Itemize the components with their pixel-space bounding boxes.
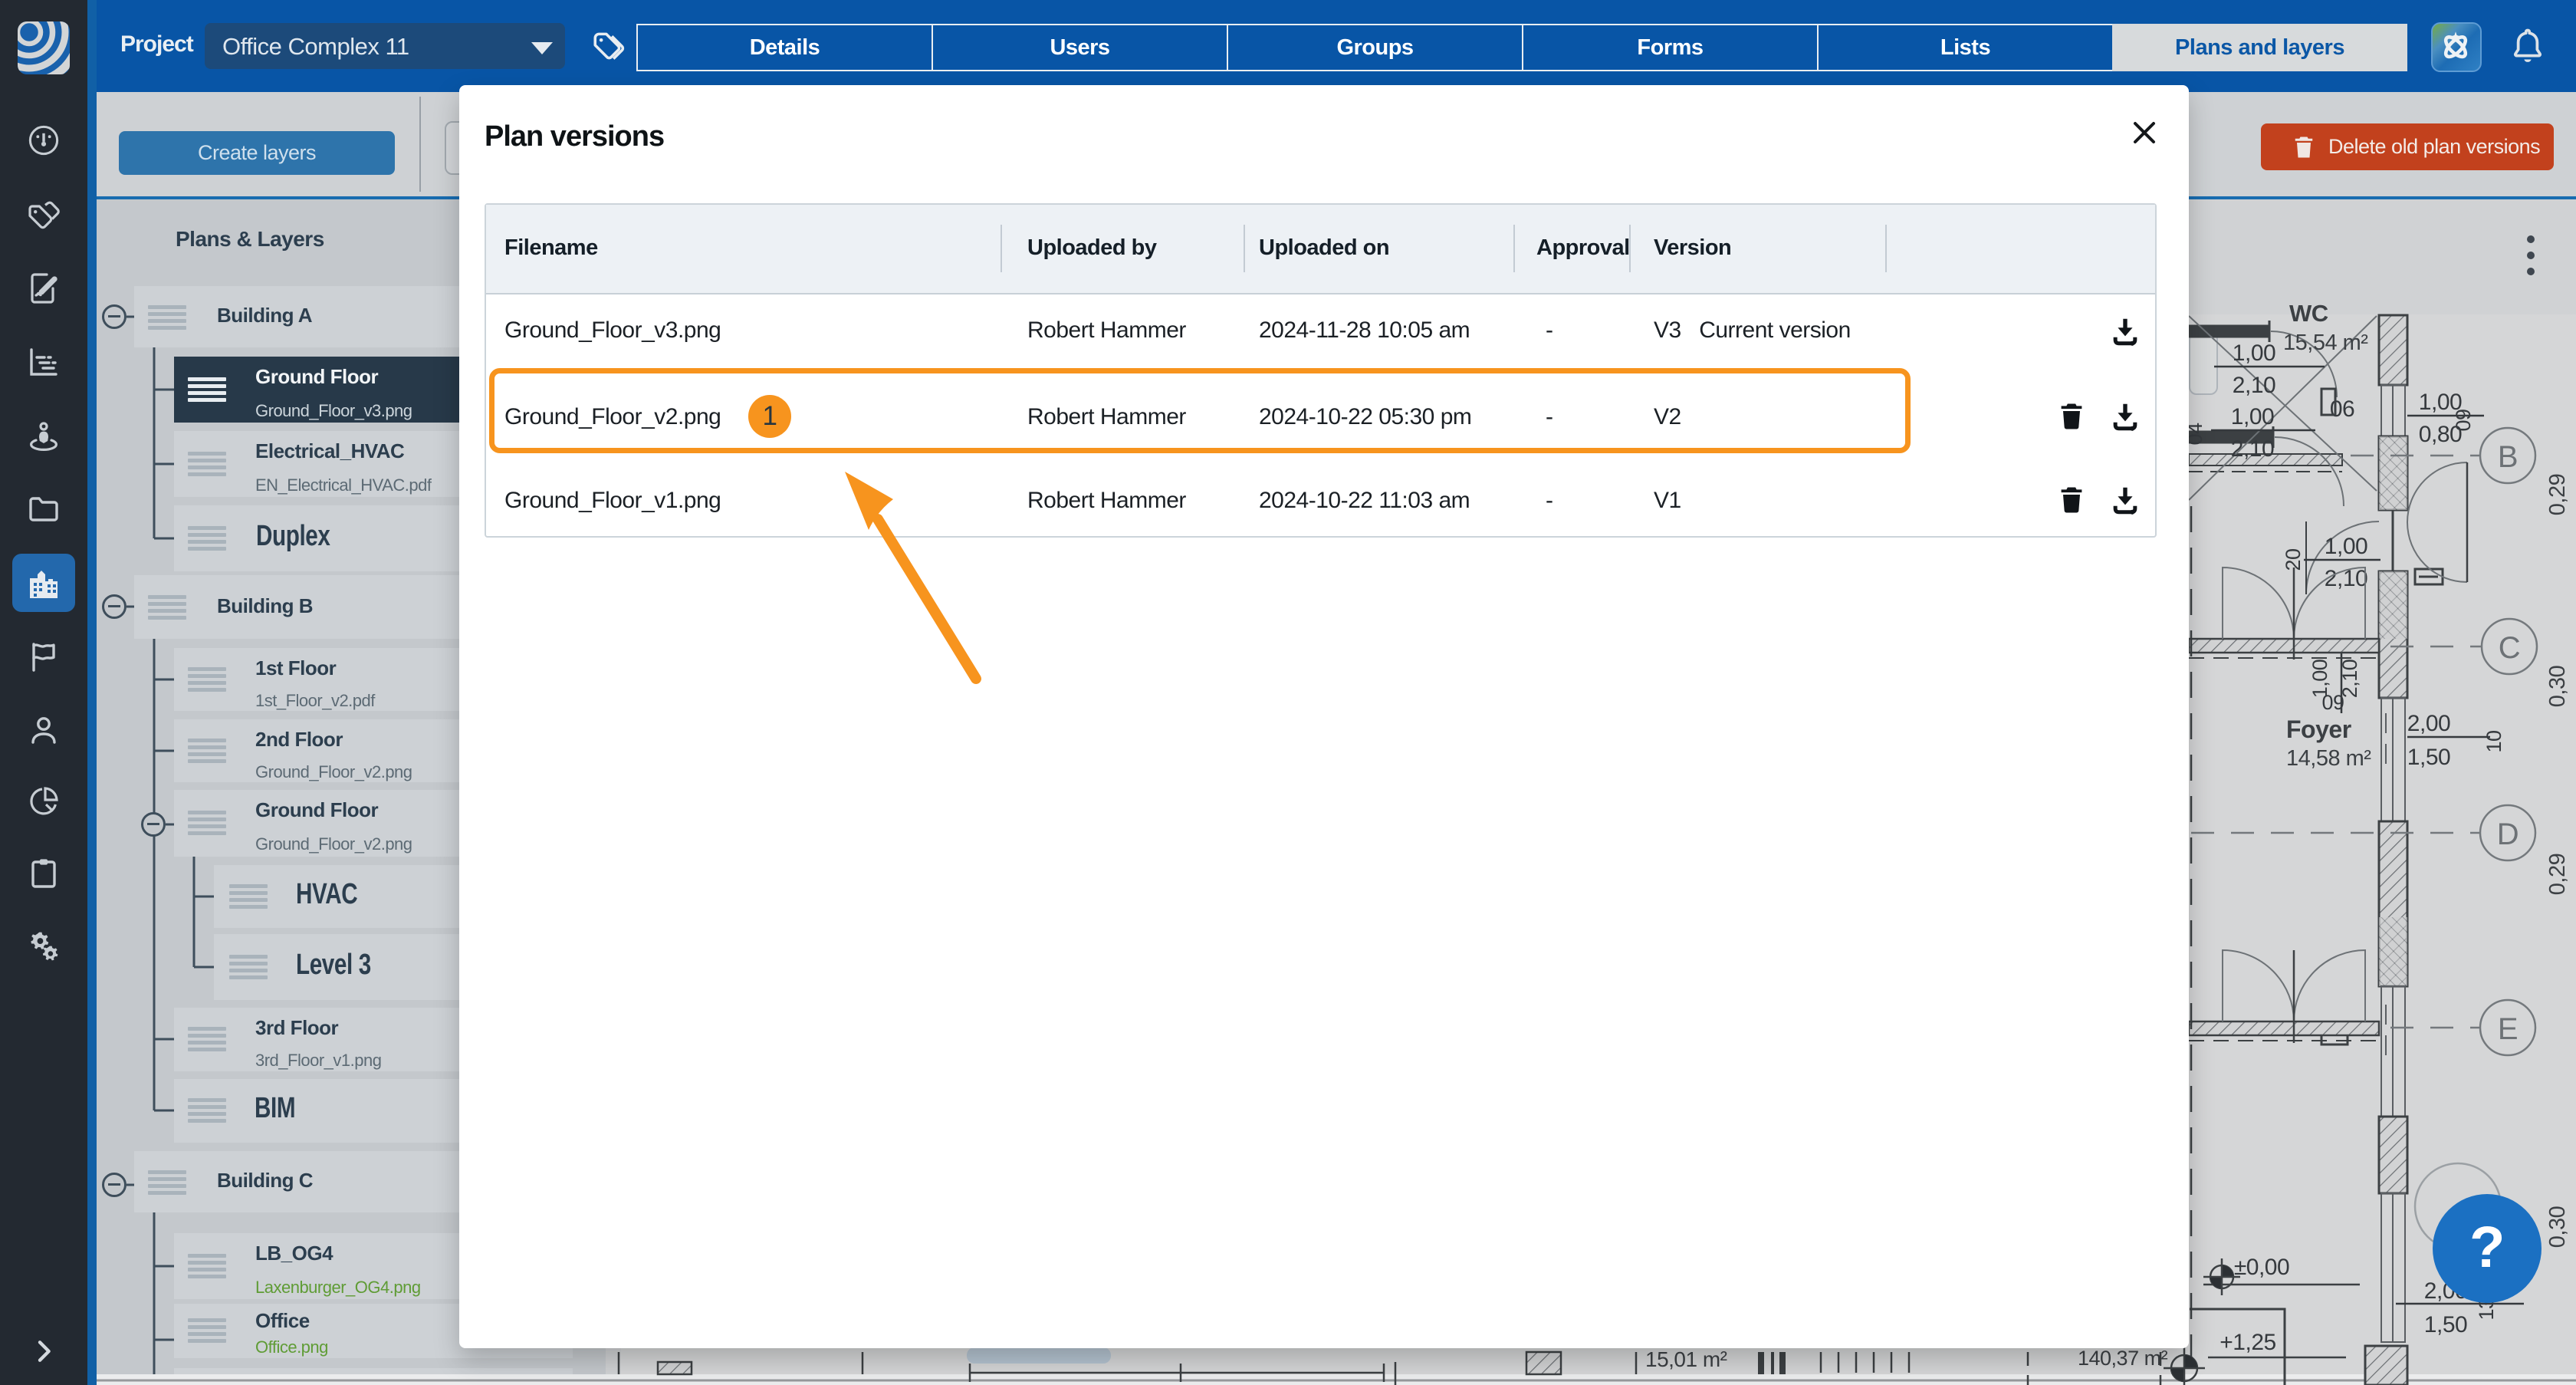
svg-text:1,00: 1,00 (2325, 534, 2367, 559)
svg-text:140,37 m²: 140,37 m² (2078, 1347, 2168, 1370)
svg-text:D: D (2497, 818, 2518, 851)
svg-text:2,10: 2,10 (2231, 436, 2274, 462)
svg-text:WC: WC (2289, 300, 2328, 327)
svg-text:0,30: 0,30 (2545, 1206, 2570, 1248)
svg-text:1,00: 1,00 (2233, 340, 2275, 366)
svg-text:1,50: 1,50 (2407, 745, 2450, 770)
svg-text:±0,00: ±0,00 (2234, 1255, 2289, 1280)
svg-text:Foyer: Foyer (2286, 716, 2351, 743)
svg-text:2,00: 2,00 (2407, 711, 2450, 736)
svg-text:0,30: 0,30 (2545, 666, 2570, 707)
svg-text:B: B (2498, 440, 2518, 474)
svg-text:0,29: 0,29 (2545, 854, 2570, 895)
svg-text:1,00: 1,00 (2231, 404, 2274, 429)
svg-text:2,10: 2,10 (2233, 373, 2275, 398)
svg-text:06: 06 (2330, 396, 2354, 422)
svg-text:E: E (2498, 1012, 2518, 1046)
svg-text:0,29: 0,29 (2545, 474, 2570, 515)
svg-text:C: C (2499, 631, 2520, 665)
svg-text:15,54 m²: 15,54 m² (2283, 331, 2368, 355)
svg-text:14,58 m²: 14,58 m² (2286, 746, 2371, 771)
svg-text:10: 10 (2482, 730, 2505, 752)
svg-text:15,01 m²: 15,01 m² (1645, 1347, 1727, 1371)
svg-text:+1,25: +1,25 (2220, 1330, 2275, 1355)
svg-text:09: 09 (2452, 409, 2475, 431)
svg-text:1,50: 1,50 (2424, 1312, 2467, 1337)
